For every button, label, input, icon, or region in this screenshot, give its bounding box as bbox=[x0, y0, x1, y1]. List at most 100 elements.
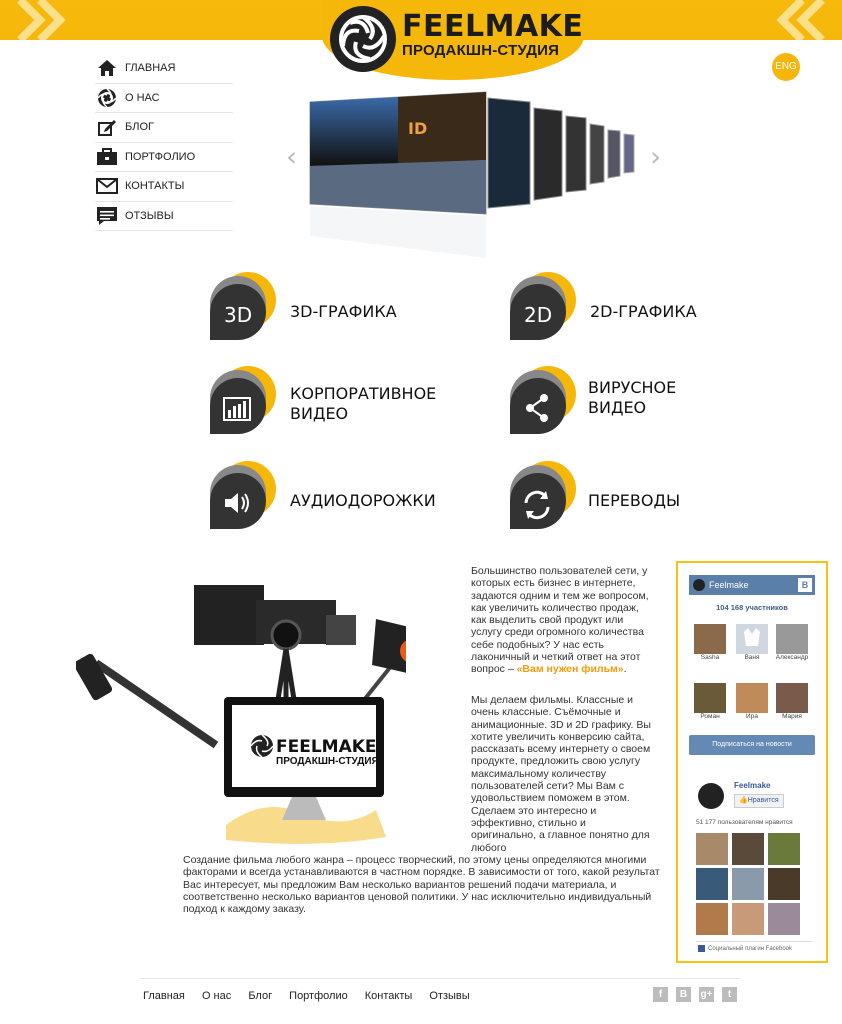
fb-plugin-note: Социальный плагин Facebook bbox=[698, 945, 792, 952]
footer-nav: Главная О нас Блог Портфолио Контакты От… bbox=[143, 990, 484, 1002]
service-label: 3D-ГРАФИКА bbox=[290, 302, 397, 321]
fb-like-button[interactable]: 👍Нравится bbox=[734, 794, 784, 808]
avatar bbox=[776, 624, 808, 654]
chart-badge-icon bbox=[210, 366, 276, 434]
vk-member[interactable]: Роман bbox=[694, 683, 730, 720]
service-label: 2D-ГРАФИКА bbox=[590, 302, 697, 321]
twitter-icon[interactable]: t bbox=[722, 987, 737, 1002]
camera-rig-illustration bbox=[76, 585, 406, 844]
service-label: КОРПОРАТИВНОЕ ВИДЕО bbox=[290, 384, 437, 423]
avatar[interactable] bbox=[696, 833, 728, 865]
avatar bbox=[694, 624, 726, 654]
comment-icon bbox=[95, 205, 119, 227]
service-3d-graphics[interactable]: 3D 3D-ГРАФИКА bbox=[208, 272, 458, 352]
vk-logo-icon bbox=[693, 579, 705, 591]
avatar[interactable] bbox=[732, 903, 764, 935]
share-badge-icon bbox=[510, 366, 576, 434]
service-translations[interactable]: ПЕРЕВОДЫ bbox=[508, 461, 758, 541]
fb-page-name[interactable]: Feelmake bbox=[734, 781, 770, 790]
pricing-paragraph: Создание фильма любого жанра – процесс т… bbox=[183, 854, 660, 916]
vk-icon[interactable]: B bbox=[676, 987, 691, 1002]
vk-member[interactable]: Мария bbox=[776, 683, 812, 720]
2d-badge-icon: 2D bbox=[510, 272, 576, 340]
footer-link-reviews[interactable]: Отзывы bbox=[429, 990, 469, 1002]
nav-item-contacts[interactable]: КОНТАКТЫ bbox=[95, 172, 233, 202]
vk-member[interactable]: Ира bbox=[736, 683, 772, 720]
svg-text:3D: 3D bbox=[224, 303, 252, 327]
pen-icon bbox=[95, 116, 119, 138]
footer-link-portfolio[interactable]: Портфолио bbox=[289, 990, 348, 1002]
facebook-icon[interactable]: f bbox=[653, 987, 668, 1002]
logo-icon[interactable] bbox=[330, 6, 396, 72]
service-audio-tracks[interactable]: АУДИОДОРОЖКИ bbox=[208, 461, 458, 541]
footer-link-contacts[interactable]: Контакты bbox=[365, 990, 413, 1002]
nav-label: ГЛАВНАЯ bbox=[125, 62, 176, 75]
service-label: ВИРУСНОЕ ВИДЕО bbox=[588, 378, 677, 417]
home-icon bbox=[95, 57, 119, 79]
vk-subscribe-button[interactable]: Подписаться на новости bbox=[689, 735, 815, 755]
nav-label: КОНТАКТЫ bbox=[125, 180, 185, 193]
nav-item-about[interactable]: О НАС bbox=[95, 84, 233, 113]
footer-divider bbox=[140, 978, 740, 979]
avatar[interactable] bbox=[732, 833, 764, 865]
vk-icon: B bbox=[798, 578, 812, 592]
refresh-badge-icon bbox=[510, 461, 576, 529]
social-widget: Feelmake B 104 168 участников Sasha Ваня… bbox=[676, 561, 828, 963]
chevron-decoration-right bbox=[776, 0, 825, 40]
google-plus-icon[interactable]: g+ bbox=[699, 987, 714, 1002]
main-nav: ГЛАВНАЯ О НАС БЛОГ ПОРТФОЛИО КОНТАКТЫ ОТ… bbox=[95, 54, 233, 231]
briefcase-icon bbox=[95, 146, 119, 168]
nav-label: ОТЗЫВЫ bbox=[125, 209, 174, 222]
intro-paragraph: Большинство пользователей сети, у которы… bbox=[471, 565, 651, 676]
brand-tagline: ПРОДАКШН-СТУДИЯ bbox=[402, 42, 560, 59]
language-button[interactable]: ENG bbox=[772, 53, 800, 81]
fb-like-count: 51 177 пользователям нравится bbox=[696, 819, 793, 826]
nav-item-blog[interactable]: БЛОГ bbox=[95, 113, 233, 143]
svg-text:2D: 2D bbox=[524, 303, 552, 327]
avatar bbox=[776, 683, 808, 713]
intro-text: Большинство пользователей сети, у которы… bbox=[471, 565, 649, 676]
nav-label: О НАС bbox=[125, 91, 160, 104]
aperture-icon bbox=[95, 87, 119, 109]
vk-member-count: 104 168 участников bbox=[716, 603, 788, 612]
facebook-icon bbox=[698, 945, 705, 952]
avatar[interactable] bbox=[732, 868, 764, 900]
avatar[interactable] bbox=[768, 833, 800, 865]
3d-badge-icon: 3D bbox=[210, 272, 276, 340]
nav-item-portfolio[interactable]: ПОРТФОЛИО bbox=[95, 143, 233, 172]
intro-accent: «Вам нужен фильм» bbox=[516, 663, 624, 676]
vk-member[interactable]: Ваня bbox=[736, 624, 772, 661]
vk-widget-header[interactable]: Feelmake B bbox=[689, 575, 815, 595]
avatar bbox=[736, 683, 768, 713]
fb-like-label: Нравится bbox=[747, 797, 779, 804]
slider-prev-button[interactable]: ‹ bbox=[286, 140, 297, 173]
svg-text:ID: ID bbox=[408, 119, 427, 138]
avatar bbox=[694, 683, 726, 713]
avatar bbox=[736, 624, 768, 654]
vk-member[interactable]: Александр bbox=[776, 624, 812, 661]
services-paragraph: Мы делаем фильмы. Классные и очень класс… bbox=[471, 694, 651, 854]
nav-item-home[interactable]: ГЛАВНАЯ bbox=[95, 54, 233, 84]
monitor-brand: FEELMAKE bbox=[276, 737, 377, 757]
footer-link-blog[interactable]: Блог bbox=[248, 990, 272, 1002]
service-label: АУДИОДОРОЖКИ bbox=[290, 491, 436, 510]
service-2d-graphics[interactable]: 2D 2D-ГРАФИКА bbox=[508, 272, 758, 352]
avatar[interactable] bbox=[768, 903, 800, 935]
nav-item-reviews[interactable]: ОТЗЫВЫ bbox=[95, 202, 233, 231]
service-viral-video[interactable]: ВИРУСНОЕ ВИДЕО bbox=[508, 366, 758, 446]
speaker-badge-icon bbox=[210, 461, 276, 529]
avatar[interactable] bbox=[768, 868, 800, 900]
footer-link-home[interactable]: Главная bbox=[143, 990, 185, 1002]
vk-group-title: Feelmake bbox=[709, 580, 749, 590]
vk-member[interactable]: Sasha bbox=[694, 624, 730, 661]
slider-next-button[interactable]: › bbox=[650, 140, 661, 173]
thumbs-up-icon: 👍 bbox=[739, 797, 748, 804]
nav-label: ПОРТФОЛИО bbox=[125, 150, 196, 163]
avatar[interactable] bbox=[696, 903, 728, 935]
slider-image: ID bbox=[308, 86, 640, 258]
fb-page-logo-icon bbox=[698, 783, 724, 809]
avatar[interactable] bbox=[696, 868, 728, 900]
divider bbox=[696, 941, 812, 942]
footer-link-about[interactable]: О нас bbox=[202, 990, 231, 1002]
service-corporate-video[interactable]: КОРПОРАТИВНОЕ ВИДЕО bbox=[208, 366, 458, 446]
